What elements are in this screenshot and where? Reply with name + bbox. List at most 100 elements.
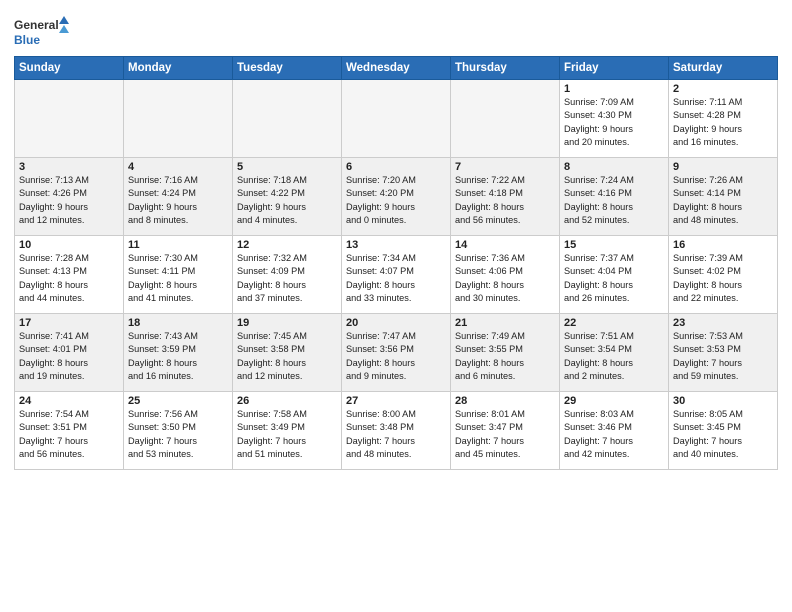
day-info: Sunrise: 7:53 AM Sunset: 3:53 PM Dayligh… (673, 330, 773, 383)
day-info: Sunrise: 7:41 AM Sunset: 4:01 PM Dayligh… (19, 330, 119, 383)
svg-text:General: General (14, 18, 59, 32)
day-number: 8 (564, 161, 664, 173)
day-info: Sunrise: 7:30 AM Sunset: 4:11 PM Dayligh… (128, 252, 228, 305)
calendar-cell: 2Sunrise: 7:11 AM Sunset: 4:28 PM Daylig… (669, 80, 778, 158)
col-header-wednesday: Wednesday (342, 57, 451, 80)
calendar-cell: 29Sunrise: 8:03 AM Sunset: 3:46 PM Dayli… (560, 392, 669, 470)
calendar-cell: 19Sunrise: 7:45 AM Sunset: 3:58 PM Dayli… (233, 314, 342, 392)
day-number: 2 (673, 83, 773, 95)
day-info: Sunrise: 7:34 AM Sunset: 4:07 PM Dayligh… (346, 252, 446, 305)
day-info: Sunrise: 7:37 AM Sunset: 4:04 PM Dayligh… (564, 252, 664, 305)
page: General Blue SundayMondayTuesdayWednesda… (0, 0, 792, 612)
col-header-thursday: Thursday (451, 57, 560, 80)
day-number: 4 (128, 161, 228, 173)
day-info: Sunrise: 7:20 AM Sunset: 4:20 PM Dayligh… (346, 174, 446, 227)
day-info: Sunrise: 7:28 AM Sunset: 4:13 PM Dayligh… (19, 252, 119, 305)
day-number: 30 (673, 395, 773, 407)
calendar-cell: 23Sunrise: 7:53 AM Sunset: 3:53 PM Dayli… (669, 314, 778, 392)
day-info: Sunrise: 7:54 AM Sunset: 3:51 PM Dayligh… (19, 408, 119, 461)
day-number: 17 (19, 317, 119, 329)
day-number: 3 (19, 161, 119, 173)
day-number: 7 (455, 161, 555, 173)
day-info: Sunrise: 7:24 AM Sunset: 4:16 PM Dayligh… (564, 174, 664, 227)
col-header-monday: Monday (124, 57, 233, 80)
calendar-cell: 20Sunrise: 7:47 AM Sunset: 3:56 PM Dayli… (342, 314, 451, 392)
day-info: Sunrise: 7:47 AM Sunset: 3:56 PM Dayligh… (346, 330, 446, 383)
day-number: 25 (128, 395, 228, 407)
day-info: Sunrise: 7:56 AM Sunset: 3:50 PM Dayligh… (128, 408, 228, 461)
day-info: Sunrise: 8:00 AM Sunset: 3:48 PM Dayligh… (346, 408, 446, 461)
day-number: 14 (455, 239, 555, 251)
day-number: 1 (564, 83, 664, 95)
day-number: 28 (455, 395, 555, 407)
day-number: 11 (128, 239, 228, 251)
day-info: Sunrise: 7:22 AM Sunset: 4:18 PM Dayligh… (455, 174, 555, 227)
calendar-cell (342, 80, 451, 158)
day-number: 20 (346, 317, 446, 329)
calendar-cell: 7Sunrise: 7:22 AM Sunset: 4:18 PM Daylig… (451, 158, 560, 236)
day-number: 21 (455, 317, 555, 329)
calendar-cell: 26Sunrise: 7:58 AM Sunset: 3:49 PM Dayli… (233, 392, 342, 470)
calendar-week-3: 10Sunrise: 7:28 AM Sunset: 4:13 PM Dayli… (15, 236, 778, 314)
calendar-cell: 5Sunrise: 7:18 AM Sunset: 4:22 PM Daylig… (233, 158, 342, 236)
col-header-saturday: Saturday (669, 57, 778, 80)
day-number: 19 (237, 317, 337, 329)
day-info: Sunrise: 7:49 AM Sunset: 3:55 PM Dayligh… (455, 330, 555, 383)
day-info: Sunrise: 8:05 AM Sunset: 3:45 PM Dayligh… (673, 408, 773, 461)
day-info: Sunrise: 7:11 AM Sunset: 4:28 PM Dayligh… (673, 96, 773, 149)
calendar-cell: 22Sunrise: 7:51 AM Sunset: 3:54 PM Dayli… (560, 314, 669, 392)
logo: General Blue (14, 14, 69, 52)
calendar-cell: 27Sunrise: 8:00 AM Sunset: 3:48 PM Dayli… (342, 392, 451, 470)
calendar-week-1: 1Sunrise: 7:09 AM Sunset: 4:30 PM Daylig… (15, 80, 778, 158)
calendar-cell: 9Sunrise: 7:26 AM Sunset: 4:14 PM Daylig… (669, 158, 778, 236)
calendar-cell: 17Sunrise: 7:41 AM Sunset: 4:01 PM Dayli… (15, 314, 124, 392)
calendar-cell: 16Sunrise: 7:39 AM Sunset: 4:02 PM Dayli… (669, 236, 778, 314)
day-info: Sunrise: 8:01 AM Sunset: 3:47 PM Dayligh… (455, 408, 555, 461)
day-info: Sunrise: 7:45 AM Sunset: 3:58 PM Dayligh… (237, 330, 337, 383)
day-info: Sunrise: 7:13 AM Sunset: 4:26 PM Dayligh… (19, 174, 119, 227)
calendar-cell (15, 80, 124, 158)
logo-svg: General Blue (14, 14, 69, 52)
calendar-week-4: 17Sunrise: 7:41 AM Sunset: 4:01 PM Dayli… (15, 314, 778, 392)
day-info: Sunrise: 7:36 AM Sunset: 4:06 PM Dayligh… (455, 252, 555, 305)
calendar-cell: 13Sunrise: 7:34 AM Sunset: 4:07 PM Dayli… (342, 236, 451, 314)
calendar-cell: 15Sunrise: 7:37 AM Sunset: 4:04 PM Dayli… (560, 236, 669, 314)
calendar-cell: 28Sunrise: 8:01 AM Sunset: 3:47 PM Dayli… (451, 392, 560, 470)
calendar-cell (451, 80, 560, 158)
calendar-cell: 3Sunrise: 7:13 AM Sunset: 4:26 PM Daylig… (15, 158, 124, 236)
day-info: Sunrise: 7:26 AM Sunset: 4:14 PM Dayligh… (673, 174, 773, 227)
day-number: 24 (19, 395, 119, 407)
day-number: 12 (237, 239, 337, 251)
day-number: 23 (673, 317, 773, 329)
calendar-cell (124, 80, 233, 158)
day-info: Sunrise: 7:32 AM Sunset: 4:09 PM Dayligh… (237, 252, 337, 305)
day-info: Sunrise: 8:03 AM Sunset: 3:46 PM Dayligh… (564, 408, 664, 461)
day-number: 6 (346, 161, 446, 173)
svg-text:Blue: Blue (14, 33, 40, 47)
calendar-cell: 24Sunrise: 7:54 AM Sunset: 3:51 PM Dayli… (15, 392, 124, 470)
calendar-header-row: SundayMondayTuesdayWednesdayThursdayFrid… (15, 57, 778, 80)
day-info: Sunrise: 7:43 AM Sunset: 3:59 PM Dayligh… (128, 330, 228, 383)
calendar-week-5: 24Sunrise: 7:54 AM Sunset: 3:51 PM Dayli… (15, 392, 778, 470)
calendar-cell: 12Sunrise: 7:32 AM Sunset: 4:09 PM Dayli… (233, 236, 342, 314)
calendar-cell: 25Sunrise: 7:56 AM Sunset: 3:50 PM Dayli… (124, 392, 233, 470)
calendar-week-2: 3Sunrise: 7:13 AM Sunset: 4:26 PM Daylig… (15, 158, 778, 236)
day-number: 27 (346, 395, 446, 407)
day-number: 22 (564, 317, 664, 329)
day-info: Sunrise: 7:16 AM Sunset: 4:24 PM Dayligh… (128, 174, 228, 227)
day-number: 29 (564, 395, 664, 407)
calendar-cell: 18Sunrise: 7:43 AM Sunset: 3:59 PM Dayli… (124, 314, 233, 392)
calendar-cell: 30Sunrise: 8:05 AM Sunset: 3:45 PM Dayli… (669, 392, 778, 470)
calendar-cell: 21Sunrise: 7:49 AM Sunset: 3:55 PM Dayli… (451, 314, 560, 392)
col-header-tuesday: Tuesday (233, 57, 342, 80)
header-area: General Blue (14, 10, 778, 52)
col-header-friday: Friday (560, 57, 669, 80)
calendar-cell: 6Sunrise: 7:20 AM Sunset: 4:20 PM Daylig… (342, 158, 451, 236)
day-number: 5 (237, 161, 337, 173)
day-info: Sunrise: 7:51 AM Sunset: 3:54 PM Dayligh… (564, 330, 664, 383)
day-number: 9 (673, 161, 773, 173)
day-number: 13 (346, 239, 446, 251)
day-number: 26 (237, 395, 337, 407)
calendar-table: SundayMondayTuesdayWednesdayThursdayFrid… (14, 56, 778, 470)
day-number: 18 (128, 317, 228, 329)
